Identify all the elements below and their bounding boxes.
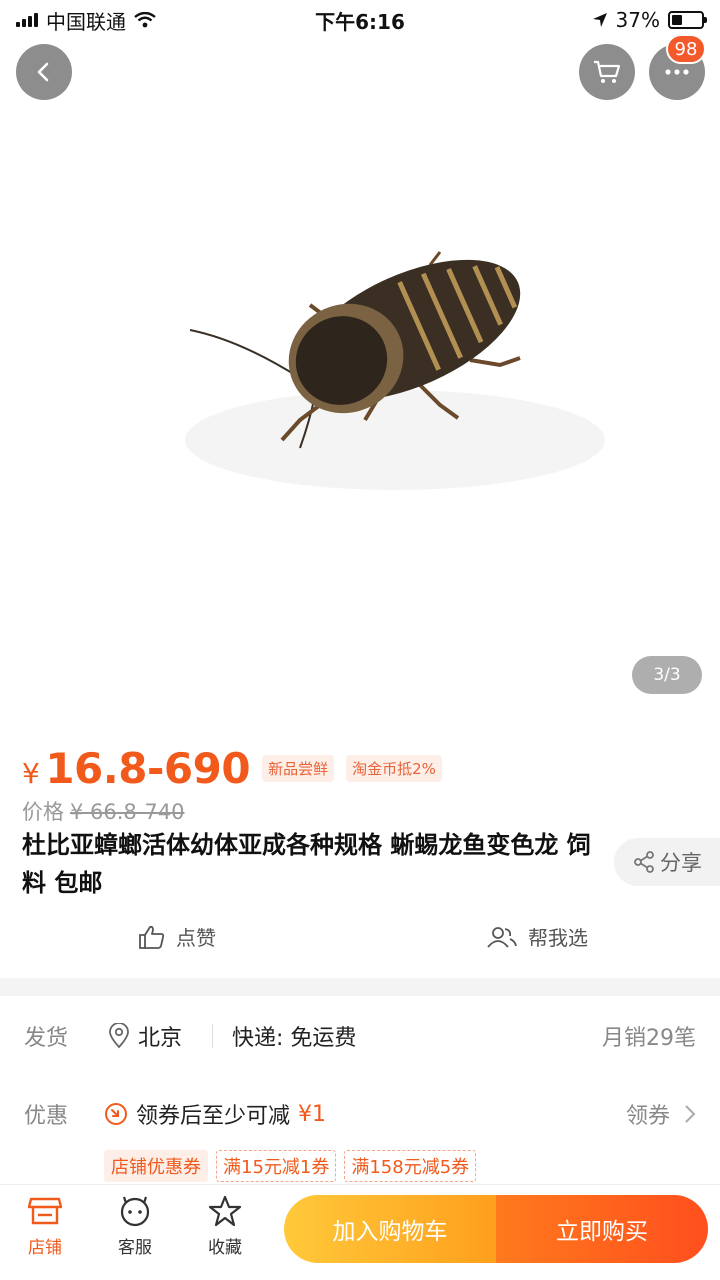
help-choose-label: 帮我选 — [528, 926, 588, 950]
separator — [212, 1024, 213, 1048]
share-button[interactable]: 分享 — [614, 838, 720, 886]
product-title: 杜比亚蟑螂活体幼体亚成各种规格 蜥蜴龙鱼变色龙 饲料 包邮 — [22, 831, 591, 897]
carrier-name: 中国联通 — [46, 9, 126, 34]
tag-taojinbi: 淘金币抵2% — [346, 755, 442, 782]
purchase-buttons: 加入购物车 立即购买 — [284, 1195, 708, 1263]
tag-new-product: 新品尝鲜 — [262, 755, 335, 782]
product-image[interactable] — [0, 0, 720, 718]
share-label: 分享 — [660, 851, 702, 875]
shipping-label: 发货 — [24, 1026, 69, 1051]
people-icon — [487, 926, 517, 948]
section-divider — [0, 978, 720, 996]
buy-now-button[interactable]: 立即购买 — [496, 1195, 708, 1263]
battery-icon — [668, 11, 707, 29]
shipping-city: 北京 — [138, 1026, 183, 1051]
promotion-row[interactable]: 优惠 领券后至少可减 ¥1 领券 — [0, 1098, 720, 1132]
shipping-express: 快递: 免运费 — [232, 1026, 357, 1051]
bottom-bar: 店铺 客服 收藏 加入购物车 立即购买 — [0, 1184, 720, 1280]
star-icon — [208, 1195, 242, 1227]
get-coupon-label: 领券 — [625, 1104, 670, 1129]
chevron-left-icon — [37, 62, 49, 82]
tab-service-label: 客服 — [118, 1238, 152, 1258]
tab-shop-label: 店铺 — [28, 1238, 62, 1258]
thumbs-up-icon — [139, 925, 165, 949]
tab-favorite[interactable]: 收藏 — [190, 1195, 260, 1258]
like-label: 点赞 — [176, 926, 216, 950]
add-to-cart-button[interactable]: 加入购物车 — [284, 1195, 496, 1263]
status-bar: 中国联通 下午6:16 37% — [0, 0, 720, 40]
location-arrow-icon — [592, 13, 607, 27]
tab-service[interactable]: 客服 — [100, 1195, 170, 1258]
share-icon — [634, 851, 654, 873]
promotion-text: 领券后至少可减 ¥1 — [104, 1098, 326, 1130]
chevron-right-icon — [685, 1105, 696, 1123]
tab-favorite-label: 收藏 — [208, 1238, 242, 1258]
original-price-value: ¥ 66.8-740 — [70, 800, 185, 824]
battery-percent: 37% — [615, 8, 660, 32]
tab-shop[interactable]: 店铺 — [10, 1195, 80, 1258]
monthly-sales: 月销29笔 — [602, 1026, 696, 1051]
cart-icon — [594, 60, 621, 83]
shop-icon — [28, 1197, 62, 1225]
wifi-icon — [134, 12, 156, 28]
price-value: 16.8-690 — [45, 744, 251, 793]
coupon-shop[interactable]: 店铺优惠券 — [104, 1150, 208, 1182]
price: ¥16.8-690 — [22, 744, 251, 793]
original-price-label: 价格 — [22, 800, 64, 824]
location-pin-icon — [109, 1023, 129, 1049]
cockroach-illustration — [185, 251, 605, 490]
coupon-15-1[interactable]: 满15元减1券 — [216, 1150, 337, 1182]
signal-icon — [16, 13, 38, 27]
customer-service-icon — [120, 1196, 150, 1227]
shipping-location: 北京 — [108, 1020, 182, 1052]
promotion-desc: 领券后至少可减 — [136, 1104, 291, 1129]
shipping-row[interactable]: 发货 北京 快递: 免运费 月销29笔 — [0, 1020, 720, 1054]
currency-symbol: ¥ — [22, 757, 40, 790]
coupon-list: 店铺优惠券 满15元减1券 满158元减5券 — [104, 1150, 477, 1182]
help-choose-button[interactable]: 帮我选 — [486, 922, 588, 951]
action-row: 点赞 帮我选 — [0, 922, 720, 962]
gallery-page-indicator: 3/3 — [632, 656, 702, 694]
message-badge: 98 — [666, 34, 706, 64]
cart-button[interactable] — [579, 44, 635, 100]
promotion-label: 优惠 — [24, 1104, 69, 1129]
coupon-158-5[interactable]: 满158元减5券 — [344, 1150, 477, 1182]
price-row: ¥16.8-690 新品尝鲜 淘金币抵2% — [22, 744, 700, 793]
back-button[interactable] — [16, 44, 72, 100]
like-button[interactable]: 点赞 — [138, 922, 216, 951]
coupon-arrow-icon — [105, 1103, 127, 1125]
clock: 下午6:16 — [315, 9, 405, 34]
promotion-amount: ¥1 — [298, 1101, 327, 1127]
more-dots-icon — [665, 69, 689, 75]
get-coupon-link[interactable]: 领券 — [626, 1098, 696, 1130]
original-price: 价格 ¥ 66.8-740 — [22, 796, 184, 826]
